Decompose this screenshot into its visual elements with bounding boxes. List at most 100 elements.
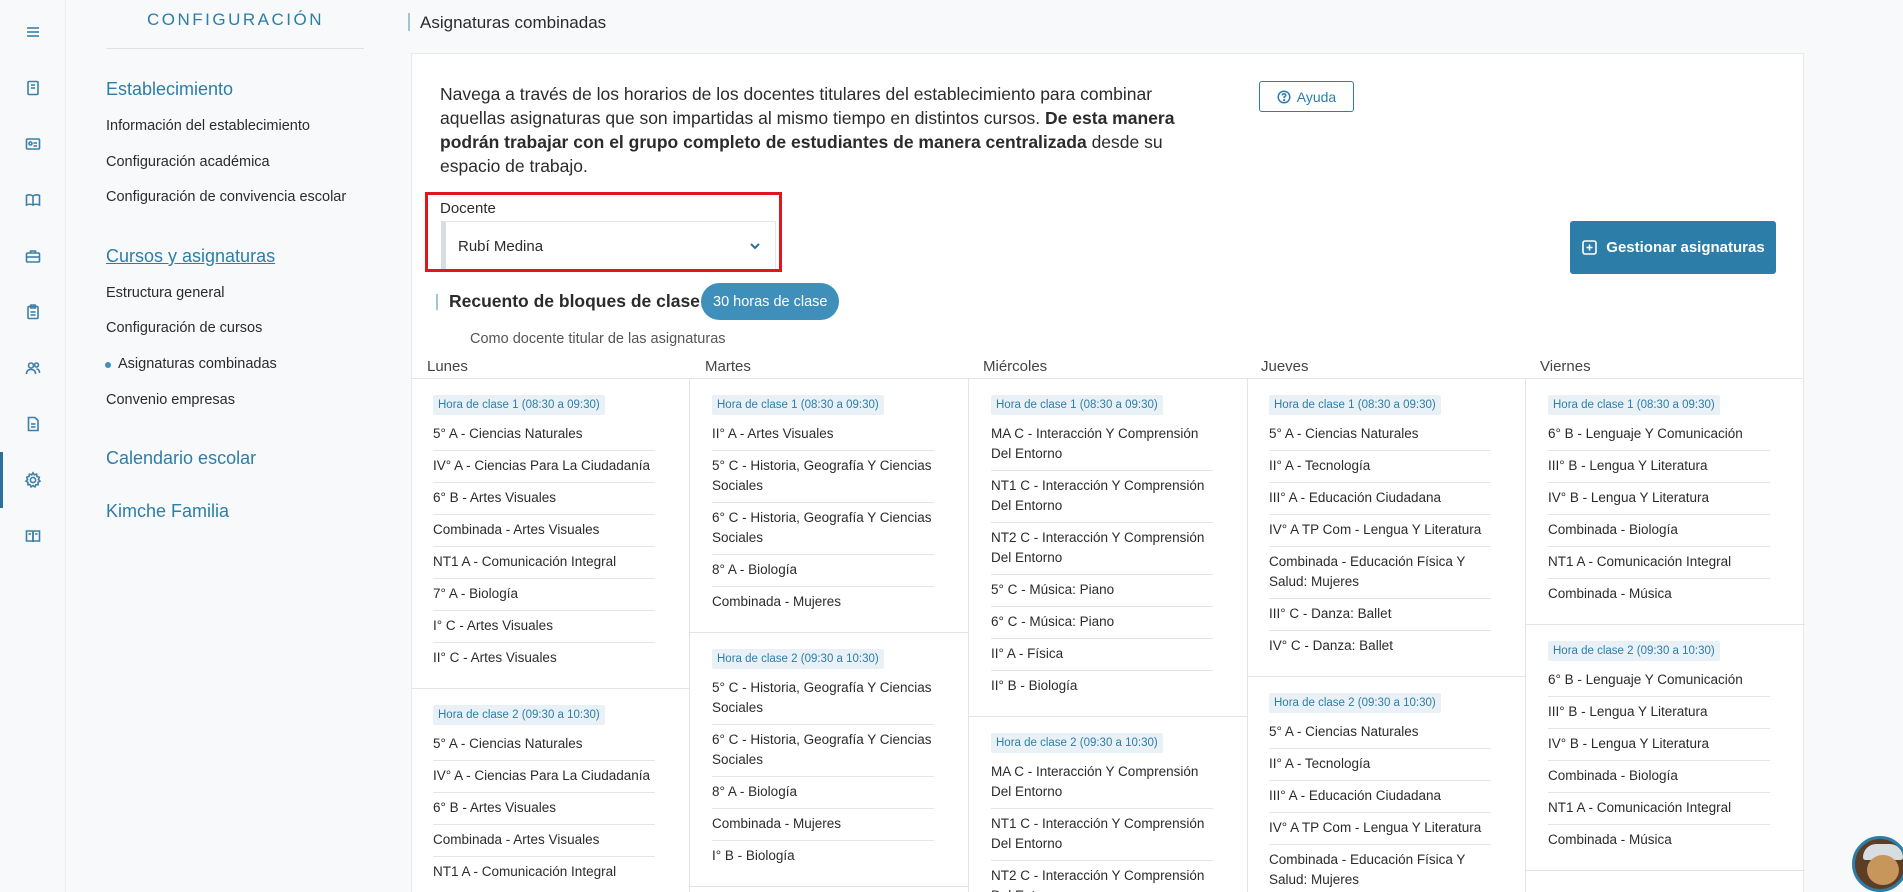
subject-entry[interactable]: 6° C - Historia, Geografía Y Ciencias So…	[712, 503, 934, 555]
subject-entry[interactable]: Combinada - Artes Visuales	[433, 515, 655, 547]
schedule-column-martes: Hora de clase 1 (08:30 a 09:30) II° A - A…	[690, 379, 969, 892]
subject-entry[interactable]: I° C - Artes Visuales	[433, 611, 655, 643]
subject-entry[interactable]: III° A - Educación Ciudadana	[1269, 483, 1491, 515]
section-kimche-familia[interactable]: Kimche Familia	[106, 501, 229, 522]
subject-entry[interactable]: II° C - Artes Visuales	[433, 643, 655, 674]
subject-entry[interactable]: Combinada - Educación Física Y Salud: Mu…	[1269, 547, 1491, 599]
subject-entry[interactable]: 6° B - Lenguaje Y Comunicación	[1548, 419, 1770, 451]
class-hour-badge: Hora de clase 2 (09:30 a 10:30)	[991, 733, 1163, 753]
subject-entry[interactable]: III° A - Educación Ciudadana	[1269, 781, 1491, 813]
subject-entry[interactable]: NT1 A - Comunicación Integral	[1548, 793, 1770, 825]
subject-entry[interactable]: Combinada - Biología	[1548, 761, 1770, 793]
count-accent	[436, 294, 438, 310]
help-label: Ayuda	[1296, 88, 1337, 105]
nav-item-config-academica[interactable]: Configuración académica	[106, 154, 270, 170]
help-button[interactable]: Ayuda	[1259, 81, 1354, 112]
subject-entry[interactable]: 5° C - Historia, Geografía Y Ciencias So…	[712, 673, 934, 725]
subject-entry[interactable]: 5° C - Historia, Geografía Y Ciencias So…	[712, 451, 934, 503]
manage-label: Gestionar asignaturas	[1606, 239, 1765, 256]
nav-item-config-cursos[interactable]: Configuración de cursos	[106, 320, 262, 336]
subject-entry[interactable]: IV° A TP Com - Lengua Y Literatura	[1269, 515, 1491, 547]
subject-entry[interactable]: NT2 C - Interacción Y Comprensión Del En…	[991, 523, 1213, 575]
subject-entry[interactable]: Combinada - Biología	[1548, 515, 1770, 547]
subject-entry[interactable]: 6° C - Música: Piano	[991, 607, 1213, 639]
class-hour-badge: Hora de clase 1 (08:30 a 09:30)	[1269, 395, 1441, 415]
section-establecimiento[interactable]: Establecimiento	[106, 79, 233, 100]
subject-entry[interactable]: II° A - Tecnología	[1269, 749, 1491, 781]
subject-entry[interactable]: 5° A - Ciencias Naturales	[1269, 717, 1491, 749]
subject-entry[interactable]: IV° B - Lengua Y Literatura	[1548, 729, 1770, 761]
config-divider	[106, 48, 364, 49]
subject-entry[interactable]: 8° A - Biología	[712, 777, 934, 809]
subject-entry[interactable]: II° A - Artes Visuales	[712, 419, 934, 451]
subject-entry[interactable]: NT1 A - Comunicación Integral	[433, 547, 655, 579]
nav-item-config-convivencia[interactable]: Configuración de convivencia escolar	[106, 189, 346, 205]
subject-entry[interactable]: I° B - Biología	[712, 841, 934, 872]
subject-entry[interactable]: 5° A - Ciencias Naturales	[433, 419, 655, 451]
app-root: CONFIGURACIÓN Establecimiento Informació…	[0, 0, 1903, 892]
subject-entry[interactable]: Combinada - Música	[1548, 825, 1770, 856]
subject-entry[interactable]: NT1 A - Comunicación Integral	[1548, 547, 1770, 579]
subject-entry[interactable]: NT1 C - Interacción Y Comprensión Del En…	[991, 809, 1213, 861]
class-hour-badge: Hora de clase 2 (09:30 a 10:30)	[1548, 641, 1720, 661]
subject-entry[interactable]: 5° A - Ciencias Naturales	[433, 729, 655, 761]
subject-entry[interactable]: Combinada - Mujeres	[712, 809, 934, 841]
subject-entry[interactable]: 5° A - Ciencias Naturales	[1269, 419, 1491, 451]
subject-entry[interactable]: IV° C - Danza: Ballet	[1269, 631, 1491, 662]
section-cursos-asignaturas[interactable]: Cursos y asignaturas	[106, 246, 275, 267]
section-calendario-escolar[interactable]: Calendario escolar	[106, 448, 256, 469]
notebook-icon[interactable]	[0, 66, 66, 110]
book-icon[interactable]	[0, 178, 66, 222]
nav-item-convenio-empresas[interactable]: Convenio empresas	[106, 392, 235, 408]
subject-entry[interactable]: 8° A - Biología	[712, 555, 934, 587]
avatar[interactable]	[1852, 836, 1903, 892]
subject-entry[interactable]: IV° A - Ciencias Para La Ciudadanía	[433, 451, 655, 483]
subject-entry[interactable]: 6° C - Historia, Geografía Y Ciencias So…	[712, 725, 934, 777]
clipboard-icon[interactable]	[0, 290, 66, 334]
id-card-icon[interactable]	[0, 122, 66, 166]
subject-entry[interactable]: III° B - Lengua Y Literatura	[1548, 451, 1770, 483]
schedule-column-jueves: Hora de clase 1 (08:30 a 09:30) 5° A - Ci…	[1247, 379, 1526, 892]
docente-select[interactable]: Rubí Medina	[441, 221, 776, 272]
subject-entry[interactable]: 6° B - Lenguaje Y Comunicación	[1548, 665, 1770, 697]
day-header-lunes: Lunes	[427, 358, 468, 375]
gear-icon[interactable]	[0, 452, 66, 508]
avatar-face	[1867, 855, 1899, 885]
manage-subjects-button[interactable]: Gestionar asignaturas	[1570, 221, 1776, 274]
subject-entry[interactable]: MA C - Interacción Y Comprensión Del Ent…	[991, 757, 1213, 809]
class-block: Hora de clase 1 (08:30 a 09:30) MA C - In…	[969, 379, 1247, 717]
menu-icon[interactable]	[0, 10, 66, 54]
nav-item-estructura-general[interactable]: Estructura general	[106, 285, 224, 301]
subject-entry[interactable]: Combinada - Artes Visuales	[433, 825, 655, 857]
users-icon[interactable]	[0, 346, 66, 390]
subject-entry[interactable]: Combinada - Mujeres	[712, 587, 934, 618]
count-badge: 30 horas de clase	[701, 283, 840, 320]
config-title: CONFIGURACIÓN	[147, 10, 324, 29]
library-icon[interactable]	[0, 514, 66, 558]
subject-entry[interactable]: NT1 C - Interacción Y Comprensión Del En…	[991, 471, 1213, 523]
subject-entry[interactable]: II° B - Biología	[991, 671, 1213, 702]
subject-entry[interactable]: 6° B - Artes Visuales	[433, 483, 655, 515]
subject-entry[interactable]: II° A - Física	[991, 639, 1213, 671]
nav-item-asignaturas-combinadas[interactable]: Asignaturas combinadas	[105, 356, 277, 372]
subject-entry[interactable]: IV° A TP Com - Lengua Y Literatura	[1269, 813, 1491, 845]
count-subtitle: Como docente titular de las asignaturas	[470, 331, 726, 347]
subject-entry[interactable]: NT1 A - Comunicación Integral	[433, 857, 655, 888]
subject-entry[interactable]: II° A - Tecnología	[1269, 451, 1491, 483]
subject-entry[interactable]: Combinada - Música	[1548, 579, 1770, 610]
subject-entry[interactable]: Combinada - Educación Física Y Salud: Mu…	[1269, 845, 1491, 892]
subject-entry[interactable]: III° C - Danza: Ballet	[1269, 599, 1491, 631]
subject-entry[interactable]: IV° B - Lengua Y Literatura	[1548, 483, 1770, 515]
class-hour-badge: Hora de clase 1 (08:30 a 09:30)	[433, 395, 605, 415]
subject-entry[interactable]: NT2 C - Interacción Y Comprensión Del En…	[991, 861, 1213, 892]
subject-entry[interactable]: 5° C - Música: Piano	[991, 575, 1213, 607]
subject-entry[interactable]: IV° A - Ciencias Para La Ciudadanía	[433, 761, 655, 793]
subject-entry[interactable]: III° B - Lengua Y Literatura	[1548, 697, 1770, 729]
subject-entry[interactable]: 7° A - Biología	[433, 579, 655, 611]
nav-item-info-establecimiento[interactable]: Información del establecimiento	[106, 118, 310, 134]
subject-entry[interactable]: 6° B - Artes Visuales	[433, 793, 655, 825]
subject-entry[interactable]: MA C - Interacción Y Comprensión Del Ent…	[991, 419, 1213, 471]
class-hour-badge: Hora de clase 1 (08:30 a 09:30)	[712, 395, 884, 415]
document-icon[interactable]	[0, 402, 66, 446]
briefcase-icon[interactable]	[0, 234, 66, 278]
